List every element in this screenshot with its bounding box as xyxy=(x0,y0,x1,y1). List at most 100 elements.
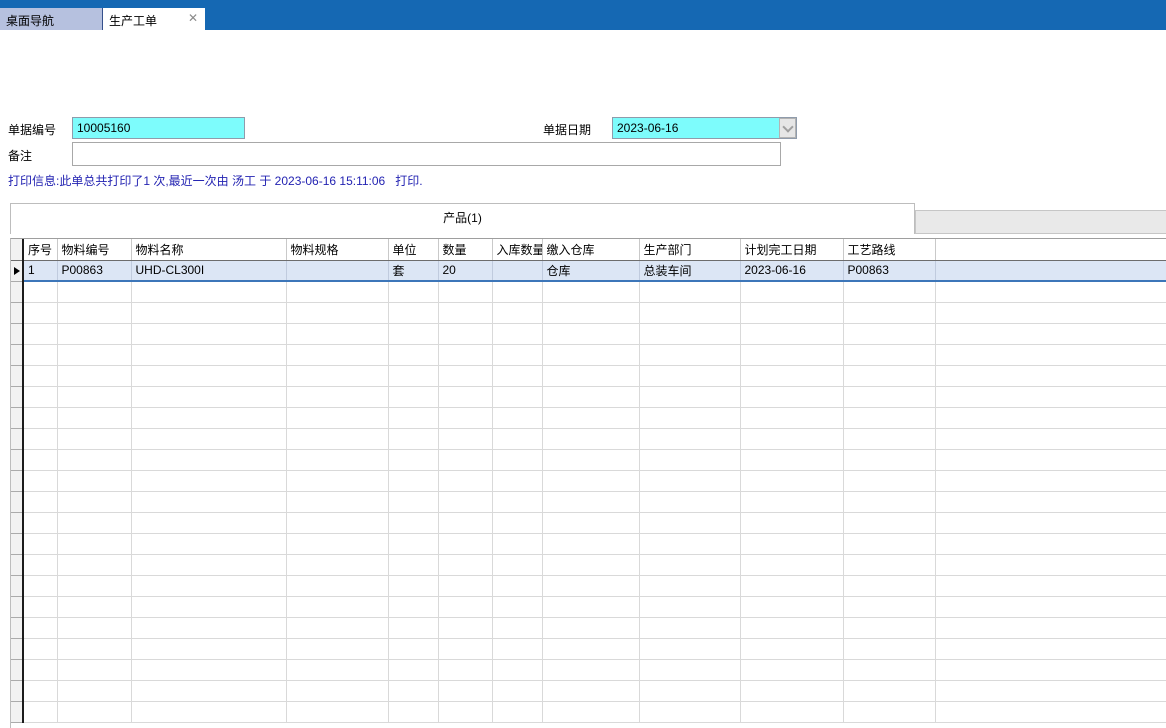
remark-input[interactable] xyxy=(72,142,781,166)
grid-cell xyxy=(23,596,58,618)
grid-cell xyxy=(492,386,543,408)
grid-cell xyxy=(438,428,493,450)
column-header[interactable]: 缴入仓库 xyxy=(542,239,640,261)
grid-cell[interactable]: UHD-CL300I xyxy=(131,260,287,282)
grid-cell[interactable]: 仓库 xyxy=(542,260,640,282)
grid-cell xyxy=(843,344,936,366)
doc-no-input[interactable] xyxy=(72,117,245,139)
column-header[interactable]: 工艺路线 xyxy=(843,239,936,261)
grid-cell xyxy=(639,575,741,597)
grid-cell[interactable]: 20 xyxy=(438,260,493,282)
grid-cell xyxy=(935,596,1166,618)
empty-row xyxy=(11,554,1166,576)
grid-cell[interactable]: P00863 xyxy=(843,260,936,282)
grid-cell xyxy=(131,575,287,597)
close-icon[interactable]: ✕ xyxy=(188,12,198,24)
grid-cell xyxy=(388,470,439,492)
grid-cell[interactable]: 2023-06-16 xyxy=(740,260,844,282)
row-selector xyxy=(11,596,24,618)
current-row-arrow-icon xyxy=(13,266,20,275)
grid-cell xyxy=(57,449,132,471)
empty-row xyxy=(11,428,1166,450)
table-row[interactable]: 1 P00863 UHD-CL300I 套 20 仓库 总装车间 2023-06-16 P008… xyxy=(11,260,1166,282)
grid-cell xyxy=(740,575,844,597)
column-header[interactable]: 物料编号 xyxy=(57,239,132,261)
grid-cell xyxy=(639,617,741,639)
row-selector xyxy=(11,701,24,723)
empty-row xyxy=(11,701,1166,723)
grid-cell[interactable] xyxy=(935,260,1166,282)
grid-cell xyxy=(388,449,439,471)
tab-desktop-navigation[interactable]: 桌面导航 xyxy=(0,8,103,30)
grid-cell xyxy=(542,386,640,408)
grid-cell xyxy=(131,344,287,366)
grid-cell xyxy=(23,407,58,429)
grid-cell xyxy=(286,554,389,576)
tab-production-work-order[interactable]: 生产工单 ✕ xyxy=(103,8,205,30)
grid-cell[interactable] xyxy=(492,260,543,282)
grid-cell xyxy=(542,449,640,471)
grid-cell xyxy=(23,617,58,639)
column-header[interactable]: 序号 xyxy=(23,239,58,261)
grid-cell xyxy=(23,701,58,723)
grid-cell xyxy=(492,638,543,660)
grid-cell xyxy=(131,470,287,492)
column-header[interactable]: 物料名称 xyxy=(131,239,287,261)
grid-cell xyxy=(286,701,389,723)
grid-cell[interactable]: 总装车间 xyxy=(639,260,741,282)
grid-cell xyxy=(438,701,493,723)
grid-cell xyxy=(388,344,439,366)
tab-production-work-order-label: 生产工单 xyxy=(109,14,158,28)
grid-cell xyxy=(286,386,389,408)
print-info-text: 打印信息:此单总共打印了1 次,最近一次由 汤工 于 2023-06-16 15… xyxy=(8,174,423,188)
grid-cell xyxy=(388,533,439,555)
grid-cell xyxy=(57,701,132,723)
grid-cell xyxy=(740,512,844,534)
grid-cell xyxy=(843,428,936,450)
grid-cell xyxy=(639,323,741,345)
grid-cell xyxy=(57,512,132,534)
grid-cell xyxy=(542,617,640,639)
column-header[interactable]: 数量 xyxy=(438,239,493,261)
grid-cell xyxy=(542,680,640,702)
grid-cell xyxy=(542,302,640,324)
column-header[interactable]: 单位 xyxy=(388,239,439,261)
tab-products[interactable]: 产品(1) xyxy=(10,203,915,234)
grid-cell[interactable]: P00863 xyxy=(57,260,132,282)
grid-cell xyxy=(639,680,741,702)
grid-cell xyxy=(286,533,389,555)
column-header[interactable]: 入库数量 xyxy=(492,239,543,261)
grid-cell xyxy=(286,659,389,681)
grid-cell xyxy=(23,554,58,576)
column-header[interactable]: 计划完工日期 xyxy=(740,239,844,261)
column-header[interactable] xyxy=(935,239,1166,261)
grid-cell[interactable] xyxy=(286,260,389,282)
row-selector xyxy=(11,470,24,492)
doc-date-label: 单据日期 xyxy=(543,123,592,137)
row-selector[interactable] xyxy=(11,260,24,282)
grid-cell xyxy=(388,323,439,345)
doc-date-input[interactable] xyxy=(612,117,797,139)
grid-cell xyxy=(131,701,287,723)
grid-cell xyxy=(542,344,640,366)
grid-cell[interactable]: 套 xyxy=(388,260,439,282)
grid-cell xyxy=(438,512,493,534)
grid-cell xyxy=(23,281,58,303)
grid-cell xyxy=(935,554,1166,576)
grid-cell xyxy=(639,659,741,681)
doc-date-dropdown-button[interactable] xyxy=(779,118,796,138)
column-header[interactable]: 生产部门 xyxy=(639,239,741,261)
grid-cell xyxy=(843,680,936,702)
grid-cell xyxy=(492,470,543,492)
grid-cell xyxy=(438,533,493,555)
empty-row xyxy=(11,407,1166,429)
grid-cell xyxy=(843,617,936,639)
grid-cell xyxy=(740,491,844,513)
row-selector xyxy=(11,344,24,366)
column-header[interactable]: 物料规格 xyxy=(286,239,389,261)
empty-row xyxy=(11,386,1166,408)
empty-row xyxy=(11,491,1166,513)
grid-cell[interactable]: 1 xyxy=(23,260,58,282)
grid-cell xyxy=(639,701,741,723)
grid-cell xyxy=(131,407,287,429)
